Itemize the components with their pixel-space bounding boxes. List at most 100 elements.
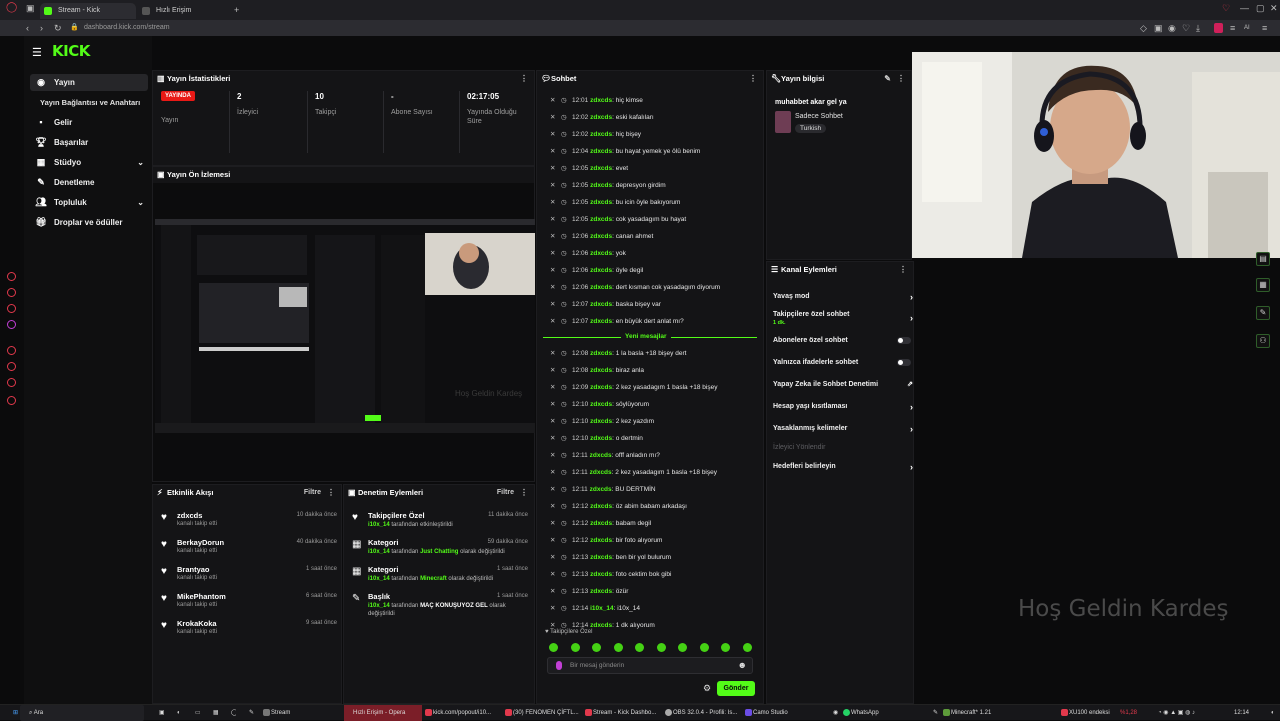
chat-username[interactable]: zdxcds [590,384,612,391]
emote-icon[interactable] [549,643,558,652]
chat-message[interactable]: ✕︎ ◷ 12:06 zdxcds: yok [550,246,760,262]
chat-message[interactable]: ✕︎ ◷ 12:05 zdxcds: depresyon girdim [550,178,760,194]
chat-message[interactable]: ✕︎ ◷ 12:13 zdxcds: özür [550,584,760,600]
chat-username[interactable]: zdxcds [590,131,612,138]
ban-icon[interactable]: ✕︎ [550,346,561,362]
ban-icon[interactable]: ✕︎ [550,297,561,313]
chat-message[interactable]: ✕︎ ◷ 12:11 zdxcds: BU DERTMİN [550,482,760,498]
follower-name[interactable]: BerkayDorun [177,538,224,547]
chat-message[interactable]: ✕︎ ◷ 12:10 zdxcds: 2 kez yazdım [550,414,760,430]
sidebar-item-gelir[interactable]: ▪ Gelir [30,114,148,131]
chat-username[interactable]: zdxcds [590,452,612,459]
timeout-icon[interactable]: ◷ [561,482,572,498]
chat-username[interactable]: zdxcds [590,401,612,408]
chat-username[interactable]: zdxcds [590,267,612,274]
profile-icon[interactable] [1214,23,1223,33]
taskbar-item-whatsapp[interactable]: WhatsApp [842,705,918,721]
chat-message[interactable]: ✕︎ ◷ 12:12 zdxcds: öz abim babam arkadaşı [550,499,760,515]
ban-icon[interactable]: ✕︎ [550,195,561,211]
chat-username[interactable]: zdxcds [590,250,612,257]
timeout-icon[interactable]: ◷ [561,110,572,126]
taskbar-item-obs[interactable]: OBS 32.0.4 - Profili: Is... [664,705,740,721]
actor-name[interactable]: i10x_14 [368,522,390,528]
chat-message[interactable]: ✕︎ ◷ 12:13 zdxcds: ben bir yol bulurum [550,550,760,566]
timeout-icon[interactable]: ◷ [561,127,572,143]
url-field[interactable]: dashboard.kick.com/stream [84,20,170,36]
category-name[interactable]: Sadece Sohbet [795,113,843,120]
timeout-icon[interactable]: ◷ [561,465,572,481]
goals-setting[interactable]: Hedefleri belirleyin › [773,460,913,474]
taskbar-item-kick[interactable]: Stream - Kick Dashbo... [584,705,660,721]
ban-icon[interactable]: ✕︎ [550,601,561,617]
timeout-icon[interactable]: ◷ [561,601,572,617]
chat-username[interactable]: zdxcds [590,350,612,357]
timeout-icon[interactable]: ◷ [561,346,572,362]
chat-settings-icon[interactable]: ⚙ [703,683,711,694]
chat-username[interactable]: zdxcds [590,588,612,595]
timeout-icon[interactable]: ◷ [561,178,572,194]
easy-setup-icon[interactable]: ≡ [1230,20,1235,36]
chat-message[interactable]: ✕︎ ◷ 12:11 zdxcds: offf anladın mı? [550,448,760,464]
more-options-icon[interactable]: ⋮ [899,262,907,278]
emote-icon[interactable] [656,643,666,652]
taskview-icon[interactable]: ▣ [150,705,164,721]
ban-icon[interactable]: ✕︎ [550,212,561,228]
edit-icon[interactable]: ✎ [884,71,891,87]
chat-username[interactable]: zdxcds [590,537,612,544]
actor-name[interactable]: i10x_14 [368,603,390,609]
ban-icon[interactable]: ✕︎ [550,380,561,396]
filter-button[interactable]: Filtre [304,485,321,501]
timeout-icon[interactable]: ◷ [561,567,572,583]
chat-message[interactable]: ✕︎ ◷ 12:08 zdxcds: biraz anla [550,363,760,379]
timeout-icon[interactable]: ◷ [561,397,572,413]
ban-icon[interactable]: ✕︎ [550,263,561,279]
downloads-icon[interactable] [7,362,16,371]
timeout-icon[interactable]: ◷ [561,246,572,262]
timeout-icon[interactable]: ◷ [561,550,572,566]
pin-icon[interactable]: ✎ [240,705,254,721]
forward-icon[interactable]: › [40,20,43,36]
ban-icon[interactable]: ✕︎ [550,550,561,566]
timeout-icon[interactable]: ◷ [561,212,572,228]
extensions-icon[interactable] [7,396,16,405]
kick-logo[interactable]: KICK [52,42,90,60]
sidebar-item-yayin[interactable]: ◉ Yayın [30,74,148,91]
chat-message[interactable]: ✕︎ ◷ 12:05 zdxcds: evet [550,161,760,177]
chat-username[interactable]: zdxcds [590,148,612,155]
more-options-icon[interactable]: ⋮ [520,71,528,87]
chat-message[interactable]: ✕︎ ◷ 12:02 zdxcds: eski kafalıları [550,110,760,126]
chat-username[interactable]: zdxcds [590,571,612,578]
bookmark-icon[interactable]: ♡ [1182,20,1190,36]
timeout-icon[interactable]: ◷ [561,161,572,177]
send-button[interactable]: Gönder [717,681,755,696]
chat-username[interactable]: zdxcds [590,114,612,121]
chat-message[interactable]: ✕︎ ◷ 12:05 zdxcds: cok yasadagım bu hayat [550,212,760,228]
ban-icon[interactable]: ✕︎ [550,482,561,498]
emote-icon[interactable] [742,643,752,652]
chat-username[interactable]: zdxcds [590,182,612,189]
back-icon[interactable]: ‹ [26,20,29,36]
timeout-icon[interactable]: ◷ [561,363,572,379]
ban-icon[interactable]: ✕︎ [550,397,561,413]
follower-name[interactable]: zdxcds [177,511,202,520]
chat-username[interactable]: zdxcds [590,367,612,374]
chat-username[interactable]: zdxcds [590,486,612,493]
sidebar-item-studyo[interactable]: ▦ Stüdyo ⌄ [30,154,148,171]
start-icon[interactable]: ⊞ [4,705,18,721]
menu-icon[interactable]: ≡ [1262,20,1267,36]
snapshot-icon[interactable]: ▣ [1154,20,1163,36]
timeout-icon[interactable]: ◷ [561,380,572,396]
timeout-icon[interactable]: ◷ [561,431,572,447]
taskbar-item-popout[interactable]: kick.com/popout/i10... [424,705,500,721]
timeout-icon[interactable]: ◷ [561,533,572,549]
chat-message[interactable]: ✕︎ ◷ 12:09 zdxcds: 2 kez yasadagım 1 basla… [550,380,760,396]
chat-message[interactable]: ✕︎ ◷ 12:02 zdxcds: hiç bişey [550,127,760,143]
ban-icon[interactable]: ✕︎ [550,127,561,143]
timeout-icon[interactable]: ◷ [561,93,572,109]
chat-username[interactable]: zdxcds [590,520,612,527]
chat-message[interactable]: ✕︎ ◷ 12:06 zdxcds: öyle degil [550,263,760,279]
chat-message[interactable]: ✕︎ ◷ 12:01 zdxcds: hiç kimse [550,93,760,109]
follower-only-setting[interactable]: Takipçilere özel sohbet 1 dk. › [773,308,913,326]
sidebar-item-stream-key[interactable]: Yayın Bağlantısı ve Anahtarı [40,94,140,111]
ban-icon[interactable]: ✕︎ [550,567,561,583]
